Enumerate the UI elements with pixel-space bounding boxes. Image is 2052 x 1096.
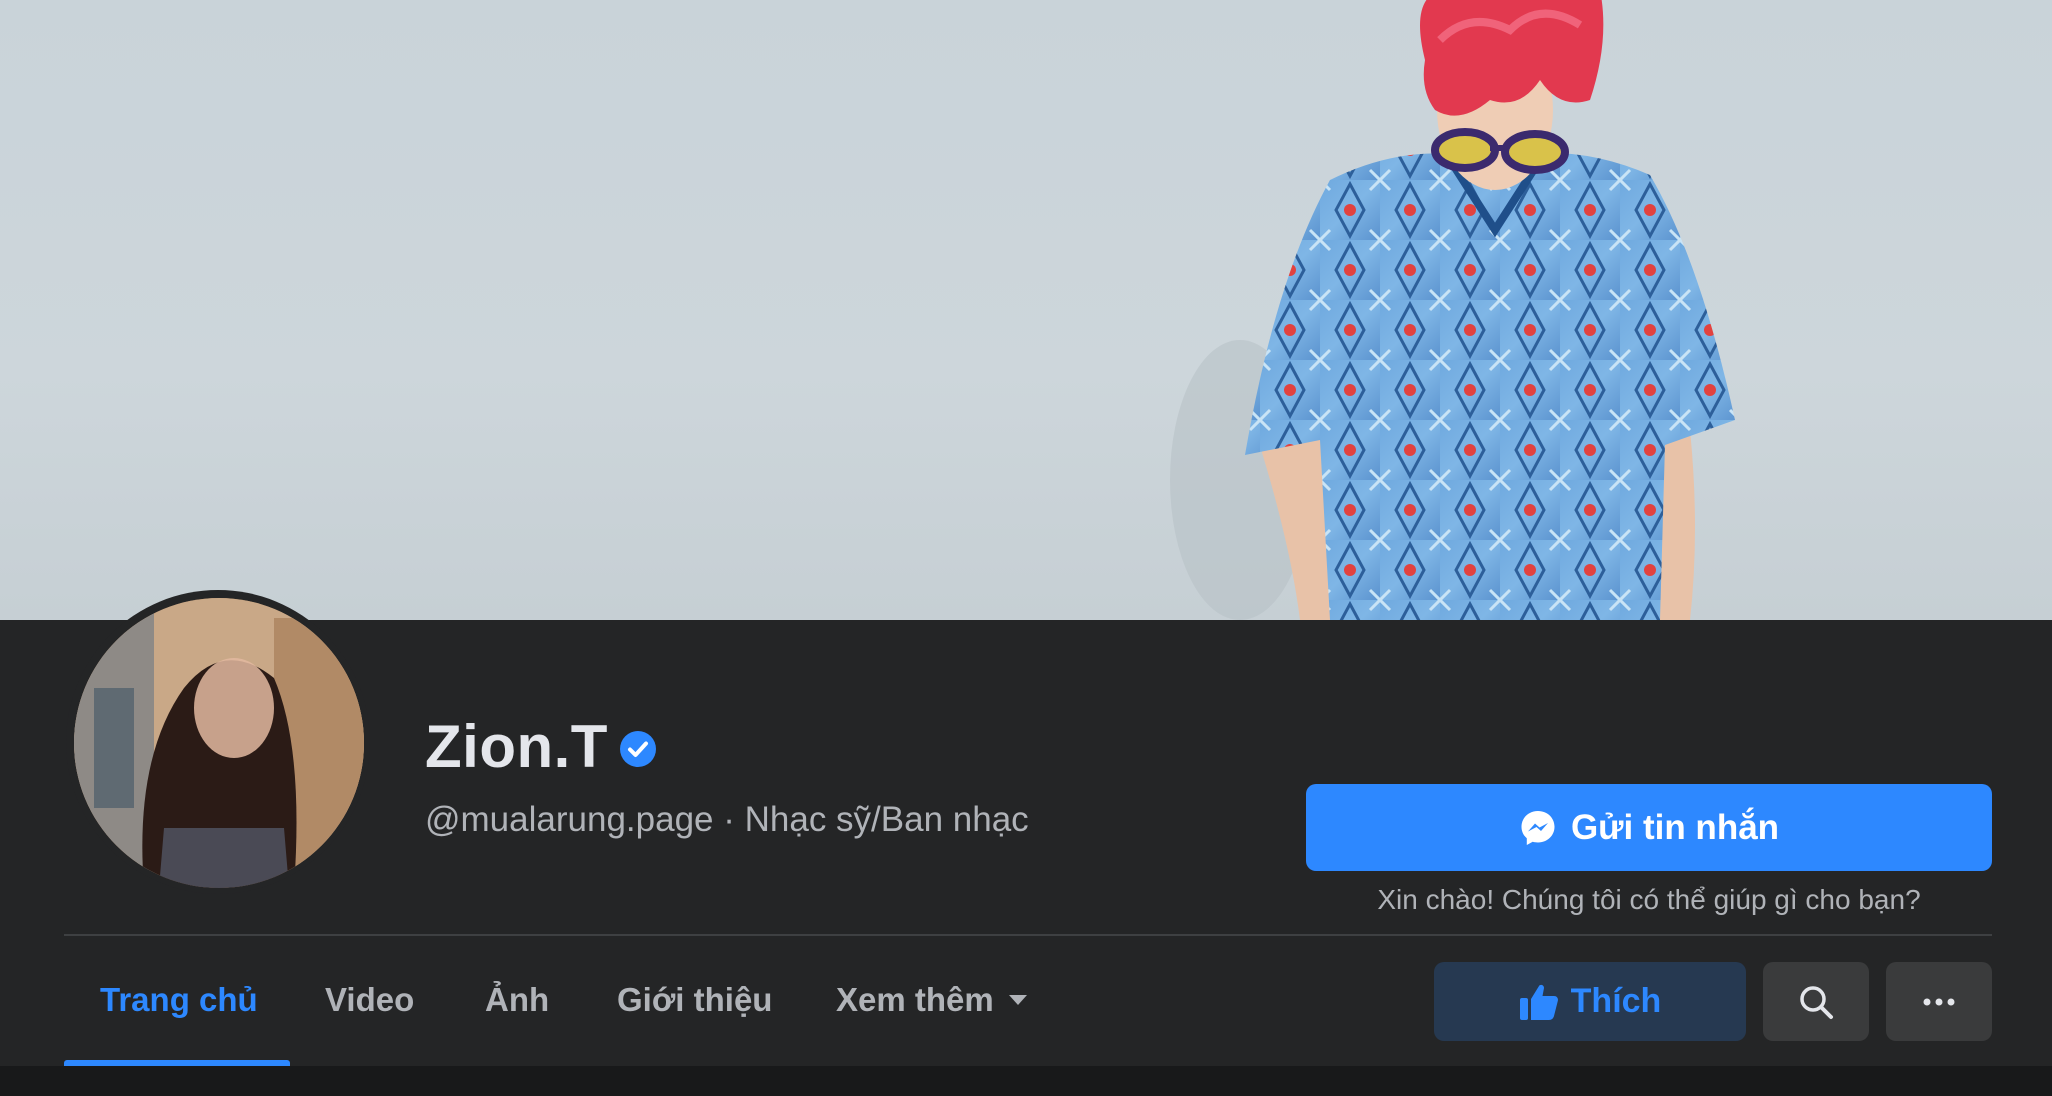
verified-badge-icon — [620, 731, 656, 767]
avatar-illustration — [74, 598, 364, 888]
tab-photos[interactable]: Ảnh — [485, 981, 549, 1019]
active-tab-indicator — [64, 1060, 290, 1066]
page-background — [0, 1066, 2052, 1096]
search-icon — [1800, 985, 1833, 1019]
cover-photo[interactable] — [0, 0, 2052, 620]
send-message-label: Gửi tin nhắn — [1570, 807, 1780, 847]
send-message-button[interactable]: Gửi tin nhắn — [1306, 784, 1992, 871]
tab-about[interactable]: Giới thiệu — [617, 981, 772, 1019]
thumbs-up-icon — [1519, 984, 1558, 1020]
page-category: Nhạc sỹ/Ban nhạc — [744, 800, 1029, 839]
messenger-icon — [1521, 810, 1555, 845]
tab-video[interactable]: Video — [325, 981, 414, 1019]
avatar[interactable] — [74, 598, 364, 888]
divider — [64, 934, 1992, 936]
page-handle: @mualarung.page — [425, 800, 714, 839]
meta-separator: · — [713, 800, 745, 839]
page-title: Zion.T — [425, 713, 608, 780]
more-options-button[interactable] — [1886, 962, 1992, 1041]
like-label: Thích — [1570, 982, 1662, 1020]
page-meta: @mualarung.page · Nhạc sỹ/Ban nhạc — [425, 800, 1029, 840]
like-button[interactable]: Thích — [1434, 962, 1746, 1041]
tab-see-more[interactable]: Xem thêm — [836, 981, 1028, 1019]
more-horizontal-icon — [1923, 998, 1955, 1005]
greeting-text: Xin chào! Chúng tôi có thể giúp gì cho b… — [1377, 884, 1921, 915]
tab-home[interactable]: Trang chủ — [100, 981, 258, 1019]
search-button[interactable] — [1763, 962, 1869, 1041]
caret-down-icon — [1008, 995, 1027, 1005]
cover-photo-illustration — [1170, 0, 1735, 620]
tab-see-more-label: Xem thêm — [836, 981, 994, 1018]
